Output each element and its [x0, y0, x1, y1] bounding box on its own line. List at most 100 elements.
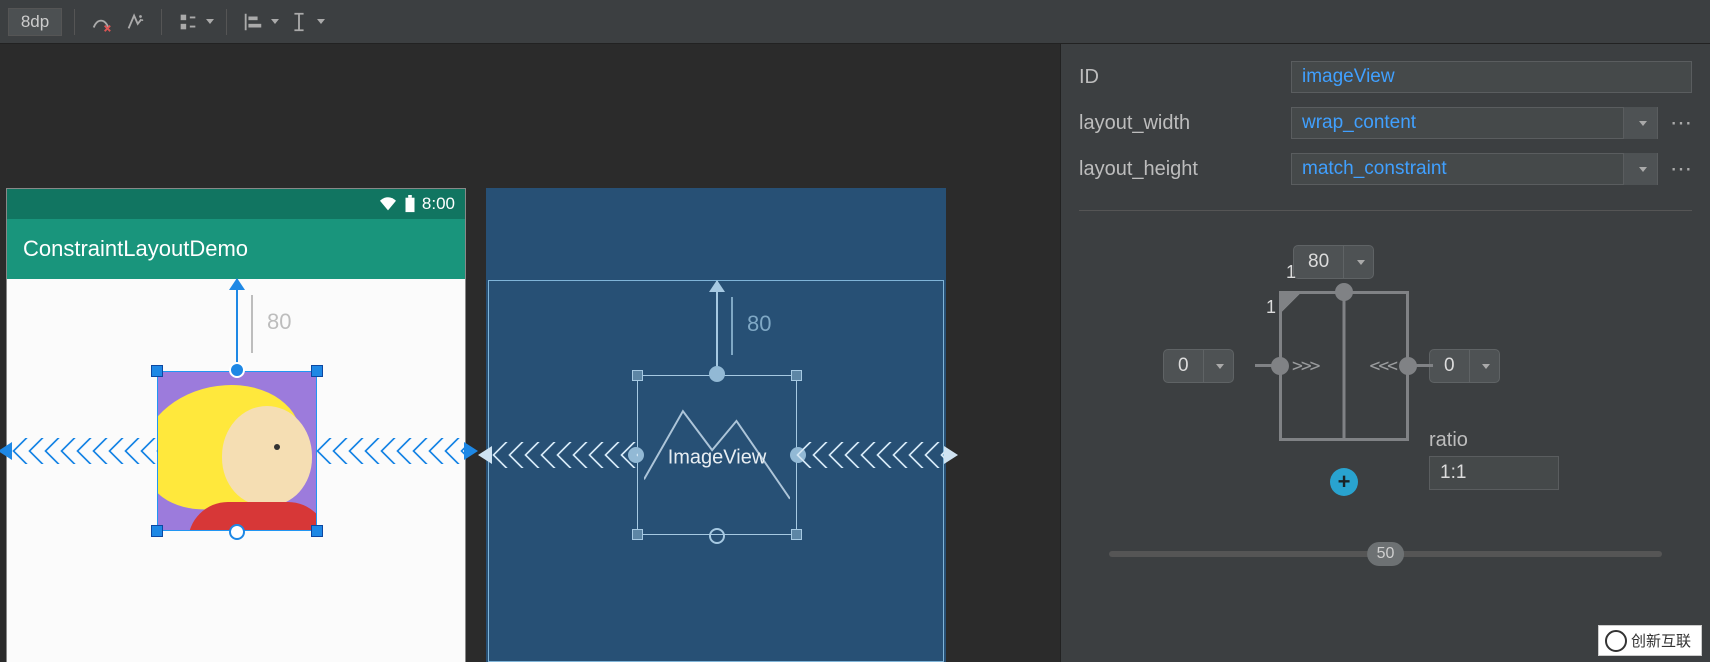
id-input[interactable]: imageView — [1291, 61, 1692, 93]
layout-height-value: match_constraint — [1302, 158, 1623, 180]
width-mode-icon[interactable]: <<< — [1369, 356, 1396, 377]
right-margin-value: 0 — [1430, 355, 1469, 377]
inner-left-label: 1 — [1266, 297, 1276, 318]
align-dropdown[interactable] — [239, 8, 279, 36]
top-margin-label: 80 — [267, 309, 291, 335]
chevron-down-icon[interactable] — [1623, 107, 1657, 139]
resize-handle[interactable] — [791, 370, 802, 381]
arrow-up-icon — [709, 280, 725, 292]
align-icon — [239, 8, 267, 36]
toolbar-separator — [226, 9, 227, 35]
layout-editor-toolbar: 8dp — [0, 0, 1710, 44]
toolbar-separator — [161, 9, 162, 35]
top-constraint-line — [716, 281, 718, 375]
resize-handle[interactable] — [311, 525, 323, 537]
constraint-box[interactable]: 1 1 >>> <<< + — [1279, 291, 1409, 441]
spring-constraint-left — [492, 442, 638, 468]
resize-handle[interactable] — [632, 370, 643, 381]
view-label: ImageView — [668, 447, 767, 470]
spring-constraint-right — [316, 438, 464, 464]
right-anchor[interactable] — [1399, 357, 1417, 375]
top-margin-input[interactable]: 80 — [1293, 245, 1374, 279]
chevron-down-icon[interactable] — [1343, 246, 1373, 278]
chevron-down-icon — [271, 19, 279, 24]
layout-width-select[interactable]: wrap_content — [1291, 107, 1658, 139]
resize-handle[interactable] — [311, 365, 323, 377]
ratio-toggle-icon[interactable] — [1279, 291, 1303, 315]
arrow-right-icon — [464, 442, 478, 460]
left-anchor[interactable] — [1271, 357, 1289, 375]
blueprint-preview: 80 ImageView — [486, 188, 946, 662]
arrow-left-icon — [478, 446, 492, 464]
add-bottom-constraint-icon[interactable]: + — [1330, 468, 1358, 496]
attr-label-id: ID — [1079, 66, 1279, 89]
constraint-handle-bottom[interactable] — [709, 528, 725, 544]
attributes-separator — [1079, 210, 1692, 211]
ratio-field: ratio 1:1 — [1429, 429, 1559, 490]
horizontal-bias-slider[interactable]: 50 — [1109, 551, 1662, 557]
width-mode-icon[interactable]: >>> — [1292, 356, 1319, 377]
attr-label-height: layout_height — [1079, 158, 1279, 181]
left-margin-value: 0 — [1164, 355, 1203, 377]
layout-height-select[interactable]: match_constraint — [1291, 153, 1658, 185]
resize-handle[interactable] — [151, 525, 163, 537]
wifi-icon — [378, 196, 398, 212]
more-options-icon[interactable]: ⋯ — [1670, 156, 1692, 182]
attr-row-id: ID imageView — [1079, 54, 1692, 100]
image-view-blueprint[interactable]: ImageView — [637, 375, 797, 535]
battery-icon — [404, 195, 416, 213]
blueprint-body: 80 ImageView — [488, 280, 944, 662]
resize-handle[interactable] — [791, 529, 802, 540]
guidelines-dropdown[interactable] — [285, 8, 325, 36]
image-view[interactable] — [157, 371, 317, 531]
attributes-panel: ID imageView layout_width wrap_content ⋯… — [1060, 44, 1710, 662]
resize-handle[interactable] — [632, 529, 643, 540]
clear-constraints-icon[interactable] — [87, 8, 115, 36]
arrow-up-icon — [229, 278, 245, 290]
avatar-image — [158, 372, 316, 530]
watermark: 创新互联 — [1598, 625, 1702, 656]
app-bar: ConstraintLayoutDemo — [7, 219, 465, 279]
ratio-input[interactable]: 1:1 — [1429, 456, 1559, 490]
design-surface[interactable]: 8:00 ConstraintLayoutDemo 80 — [0, 44, 1060, 662]
right-margin-input[interactable]: 0 — [1429, 349, 1500, 383]
chevron-down-icon[interactable] — [1203, 350, 1233, 382]
attr-row-width: layout_width wrap_content ⋯ — [1079, 100, 1692, 146]
toolbar-separator — [74, 9, 75, 35]
chevron-down-icon — [317, 19, 325, 24]
app-title: ConstraintLayoutDemo — [23, 236, 248, 262]
status-bar: 8:00 — [7, 189, 465, 219]
pack-icon — [174, 8, 202, 36]
chevron-down-icon[interactable] — [1623, 153, 1657, 185]
pack-dropdown[interactable] — [174, 8, 214, 36]
arrow-right-icon — [944, 446, 958, 464]
more-options-icon[interactable]: ⋯ — [1670, 110, 1692, 136]
resize-handle[interactable] — [151, 365, 163, 377]
spring-constraint-left — [12, 438, 158, 464]
bias-value[interactable]: 50 — [1367, 542, 1405, 566]
top-constraint-line — [236, 279, 238, 371]
inner-top-label: 1 — [1286, 262, 1296, 283]
ratio-label: ratio — [1429, 429, 1559, 452]
attr-label-width: layout_width — [1079, 112, 1279, 135]
chevron-down-icon[interactable] — [1469, 350, 1499, 382]
constraint-handle-top[interactable] — [229, 362, 245, 378]
top-anchor[interactable] — [1335, 283, 1353, 301]
attr-row-height: layout_height match_constraint ⋯ — [1079, 146, 1692, 192]
chevron-down-icon — [206, 19, 214, 24]
infer-constraints-icon[interactable] — [121, 8, 149, 36]
status-time: 8:00 — [422, 194, 455, 214]
arrow-left-icon — [0, 442, 12, 460]
design-preview: 8:00 ConstraintLayoutDemo 80 — [6, 188, 466, 662]
top-margin-value: 80 — [1294, 251, 1343, 273]
default-margin-input[interactable]: 8dp — [8, 8, 62, 36]
spring-constraint-right — [796, 442, 944, 468]
guideline-icon — [285, 8, 313, 36]
left-margin-input[interactable]: 0 — [1163, 349, 1234, 383]
layout-width-value: wrap_content — [1302, 112, 1623, 134]
constraint-handle-bottom[interactable] — [229, 524, 245, 540]
constraint-widget: 80 0 0 1 1 >>> <<< + — [1079, 241, 1692, 621]
top-margin-label: 80 — [747, 311, 771, 337]
constraint-handle-top[interactable] — [709, 366, 725, 382]
preview-body: 80 — [7, 279, 465, 662]
